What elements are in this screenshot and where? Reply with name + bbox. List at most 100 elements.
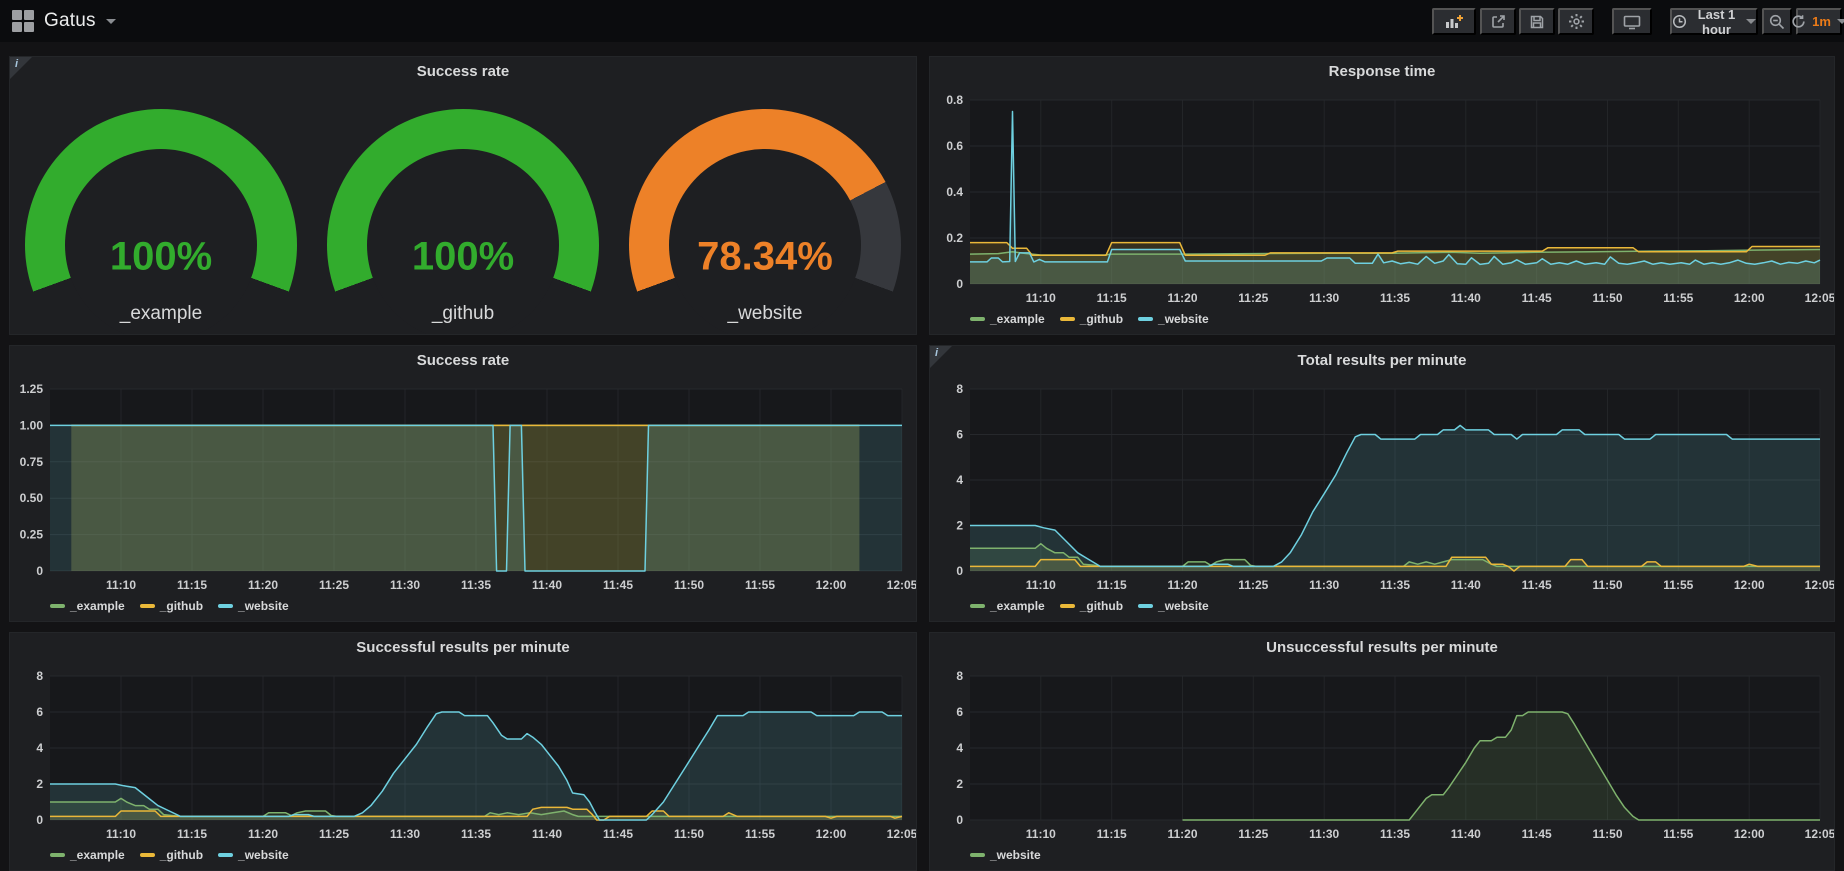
x-tick-label: 11:15 <box>1097 291 1127 305</box>
x-tick-label: 11:10 <box>1026 578 1056 592</box>
legend-color-dash <box>50 853 65 857</box>
x-tick-label: 11:40 <box>1451 291 1481 305</box>
dashboard-settings-button[interactable] <box>1558 8 1594 35</box>
x-tick-label: 11:50 <box>1592 827 1622 841</box>
y-tick-label: 1.00 <box>20 418 44 432</box>
legend-label: _example <box>990 599 1045 613</box>
time-range-label: Last 1 hour <box>1693 7 1740 37</box>
gauge-label: _website <box>614 303 916 325</box>
graph-canvas: 11:1011:1511:2011:2511:3011:3511:4011:45… <box>930 57 1834 334</box>
y-tick-label: 4 <box>36 741 43 755</box>
legend-item-_example[interactable]: _example <box>970 312 1045 326</box>
legend-item-_example[interactable]: _example <box>970 599 1045 613</box>
x-tick-label: 12:05 <box>1805 291 1834 305</box>
add-panel-button[interactable] <box>1432 8 1476 35</box>
legend-label: _example <box>990 312 1045 326</box>
legend-item-_example[interactable]: _example <box>50 848 125 862</box>
x-tick-label: 11:25 <box>1238 827 1268 841</box>
tv-mode-button[interactable] <box>1612 8 1652 35</box>
caret-down-icon <box>1746 19 1756 24</box>
graph-success-rate: 11:1011:1511:2011:2511:3011:3511:4011:45… <box>10 346 916 622</box>
legend-label: _website <box>1158 312 1209 326</box>
add-panel-icon <box>1445 14 1463 30</box>
x-tick-label: 12:00 <box>816 578 847 592</box>
clock-icon <box>1672 14 1687 29</box>
x-tick-label: 11:50 <box>1592 578 1622 592</box>
x-tick-label: 11:45 <box>603 578 633 592</box>
y-tick-label: 6 <box>956 705 963 719</box>
graph-total-results: 11:1011:1511:2011:2511:3011:3511:4011:45… <box>930 346 1834 622</box>
y-tick-label: 0 <box>956 813 963 827</box>
x-tick-label: 11:50 <box>674 827 704 841</box>
legend-color-dash <box>970 853 985 857</box>
x-tick-label: 11:10 <box>1026 827 1056 841</box>
legend: _example _github _website <box>970 312 1209 326</box>
x-tick-label: 11:20 <box>248 827 278 841</box>
legend: _example _github _website <box>50 599 289 613</box>
save-icon <box>1529 14 1545 30</box>
x-tick-label: 11:55 <box>745 578 775 592</box>
gauge-arc <box>327 109 599 335</box>
panel-title[interactable]: Total results per minute <box>930 352 1834 369</box>
legend-color-dash <box>140 853 155 857</box>
zoom-out-button[interactable] <box>1762 8 1792 35</box>
gauge-row: 100%_example100%_github78.34%_website <box>10 57 916 334</box>
legend-item-_website[interactable]: _website <box>1138 312 1209 326</box>
graph-canvas: 11:1011:1511:2011:2511:3011:3511:4011:45… <box>10 346 916 621</box>
x-tick-label: 11:55 <box>745 827 775 841</box>
x-tick-label: 11:20 <box>1167 578 1197 592</box>
x-tick-label: 11:35 <box>1380 578 1410 592</box>
graph-canvas: 11:1011:1511:2011:2511:3011:3511:4011:45… <box>10 633 916 870</box>
y-tick-label: 0 <box>956 564 963 578</box>
legend-item-_example[interactable]: _example <box>50 599 125 613</box>
caret-down-icon <box>1837 19 1844 24</box>
panel-success-rate-gauges: i Success rate 100%_example100%_github78… <box>9 56 917 335</box>
dashboard-title[interactable]: Gatus <box>44 10 96 32</box>
legend-item-_github[interactable]: _github <box>140 848 203 862</box>
legend-item-_github[interactable]: _github <box>140 599 203 613</box>
time-range-picker[interactable]: Last 1 hour <box>1670 8 1758 35</box>
info-icon: i <box>15 58 18 70</box>
legend-item-_website[interactable]: _website <box>218 848 289 862</box>
legend-color-dash <box>1060 317 1075 321</box>
legend-item-_github[interactable]: _github <box>1060 599 1123 613</box>
panel-title[interactable]: Response time <box>930 63 1834 80</box>
panel-title[interactable]: Unsuccessful results per minute <box>930 639 1834 656</box>
x-tick-label: 11:10 <box>1026 291 1056 305</box>
y-tick-label: 0 <box>36 564 43 578</box>
x-tick-label: 11:30 <box>390 827 420 841</box>
x-tick-label: 11:45 <box>603 827 633 841</box>
panel-info-corner[interactable]: i <box>10 57 32 79</box>
panel-title[interactable]: Success rate <box>10 63 916 80</box>
x-tick-label: 11:30 <box>1309 291 1339 305</box>
y-tick-label: 8 <box>36 669 43 683</box>
refresh-picker[interactable]: 1m <box>1796 8 1842 35</box>
legend-label: _github <box>1080 312 1123 326</box>
x-tick-label: 11:45 <box>1522 827 1552 841</box>
panel-info-corner[interactable]: i <box>930 346 952 368</box>
x-tick-label: 12:05 <box>1805 578 1834 592</box>
gauge-arc <box>629 109 901 335</box>
graph-canvas: 11:1011:1511:2011:2511:3011:3511:4011:45… <box>930 633 1834 870</box>
x-tick-label: 11:15 <box>1097 827 1127 841</box>
legend-item-_github[interactable]: _github <box>1060 312 1123 326</box>
legend-item-_website[interactable]: _website <box>218 599 289 613</box>
panel-response-time: Response time 11:1011:1511:2011:2511:301… <box>929 56 1835 335</box>
x-tick-label: 11:10 <box>106 578 136 592</box>
y-tick-label: 0 <box>956 277 963 291</box>
dashboard-brand[interactable]: Gatus <box>12 0 116 42</box>
x-tick-label: 11:20 <box>1167 827 1197 841</box>
x-tick-label: 11:45 <box>1522 291 1552 305</box>
share-button[interactable] <box>1480 8 1516 35</box>
save-button[interactable] <box>1519 8 1555 35</box>
gauge-arc <box>25 109 297 335</box>
legend-item-_website[interactable]: _website <box>970 848 1041 862</box>
panel-title[interactable]: Successful results per minute <box>10 639 916 656</box>
legend-label: _github <box>1080 599 1123 613</box>
y-tick-label: 6 <box>956 428 963 442</box>
legend-item-_website[interactable]: _website <box>1138 599 1209 613</box>
panel-title[interactable]: Success rate <box>10 352 916 369</box>
x-tick-label: 11:25 <box>1238 578 1268 592</box>
panel-unsuccessful-results: Unsuccessful results per minute 11:10 11:… <box>929 632 1835 871</box>
x-tick-label: 11:20 <box>248 578 278 592</box>
